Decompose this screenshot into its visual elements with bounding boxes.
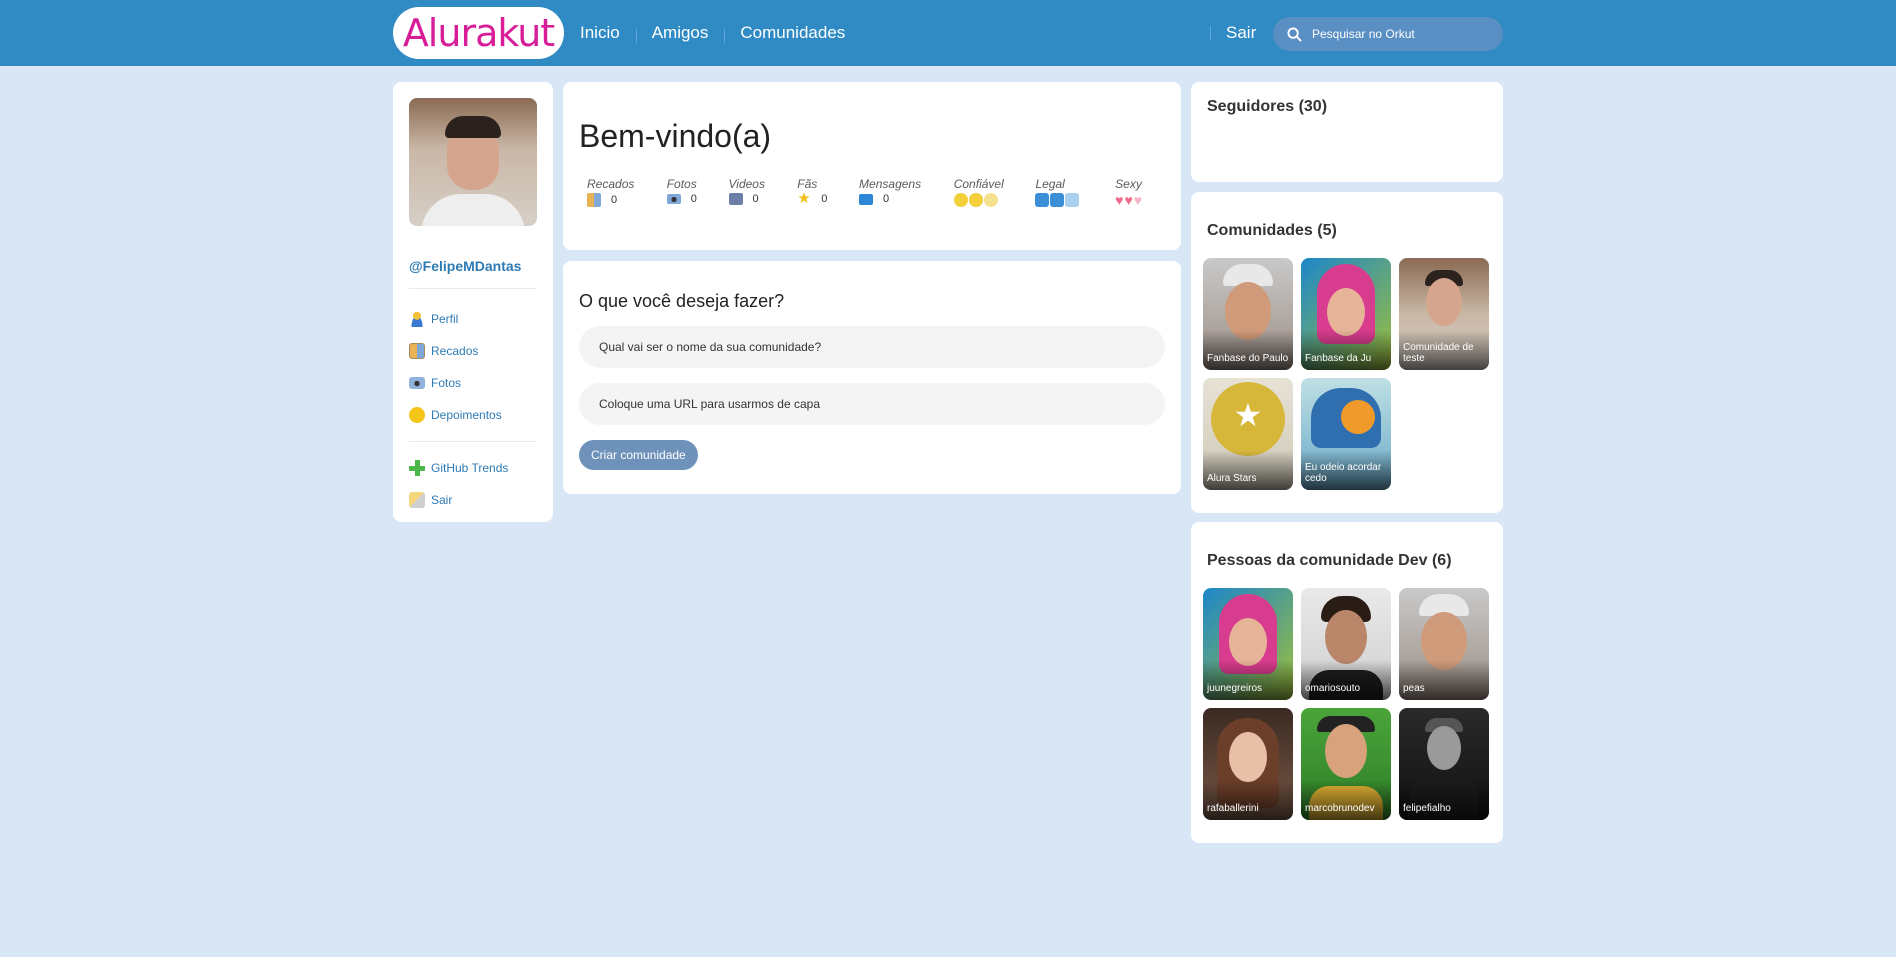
- community-card-label: Comunidade de teste: [1403, 342, 1474, 364]
- sidebar-item-label: Depoimentos: [431, 408, 502, 422]
- form-heading: O que você deseja fazer?: [579, 291, 785, 311]
- community-card-label: Fanbase do Paulo: [1207, 353, 1289, 364]
- person-card[interactable]: marcobrunodev: [1301, 708, 1391, 820]
- logo-text: Alurakut: [402, 11, 555, 55]
- divider: [409, 441, 537, 442]
- person-card-label: omariosouto: [1305, 683, 1361, 694]
- logout-link[interactable]: Sair: [1210, 0, 1256, 66]
- welcome-box: Bem-vindo(a) Recados 0 Fotos 0 Videos 0 …: [563, 82, 1181, 250]
- stat-label: Videos: [728, 177, 765, 191]
- search-bar: [1273, 17, 1503, 51]
- page-title: Bem-vindo(a): [579, 118, 772, 154]
- main-nav: Inicio Amigos Comunidades: [580, 0, 861, 66]
- nav-comunidades[interactable]: Comunidades: [724, 23, 861, 43]
- community-card[interactable]: Fanbase do Paulo: [1203, 258, 1293, 370]
- person-card-label: juunegreiros: [1207, 683, 1263, 694]
- person-card[interactable]: peas: [1399, 588, 1489, 700]
- stat-label: Legal: [1035, 177, 1065, 191]
- sidebar-item-label: Perfil: [431, 312, 459, 326]
- community-card[interactable]: Eu odeio acordar cedo: [1301, 378, 1391, 490]
- stat-legal[interactable]: Legal: [1035, 177, 1115, 207]
- mail-icon: [859, 193, 874, 205]
- stat-fas[interactable]: Fãs ★ 0: [797, 177, 859, 207]
- person-card[interactable]: omariosouto: [1301, 588, 1391, 700]
- stat-sexy[interactable]: Sexy ♥ ♥ ♥: [1115, 177, 1165, 207]
- plus-icon: [409, 460, 425, 476]
- stat-value: 0: [690, 193, 697, 205]
- search-input[interactable]: [1312, 27, 1492, 41]
- stat-confiavel[interactable]: Confiável: [953, 177, 1036, 207]
- logout-icon: [409, 492, 425, 508]
- stat-mensagens[interactable]: Mensagens 0: [859, 177, 954, 207]
- community-card[interactable]: Fanbase da Ju: [1301, 258, 1391, 370]
- stat-value: 0: [611, 194, 618, 206]
- create-community-form: O que você deseja fazer? Criar comunidad…: [563, 261, 1181, 494]
- stat-videos[interactable]: Videos 0: [728, 177, 798, 207]
- community-card-label: Alura Stars: [1207, 473, 1257, 484]
- video-camera-icon: [728, 193, 743, 205]
- sidebar-item-depoimentos[interactable]: Depoimentos: [409, 399, 537, 431]
- sidebar-item-recados[interactable]: Recados: [409, 335, 537, 367]
- people-box: Pessoas da comunidade Dev (6) juunegreir…: [1191, 522, 1503, 843]
- star-icon: ★: [797, 190, 811, 207]
- sidebar-item-github-trends[interactable]: GitHub Trends: [409, 452, 537, 484]
- person-card-label: felipefialho: [1403, 803, 1451, 814]
- stat-label: Fotos: [666, 177, 697, 191]
- book-icon: [587, 193, 601, 207]
- followers-title: Seguidores (30): [1207, 98, 1328, 115]
- community-cover-url-input[interactable]: [579, 383, 1165, 425]
- stat-label: Recados: [587, 177, 635, 191]
- person-card-label: marcobrunodev: [1305, 803, 1375, 814]
- stat-label: Confiável: [953, 177, 1004, 191]
- profile-username[interactable]: @FelipeMDantas: [409, 258, 537, 274]
- nav-amigos[interactable]: Amigos: [635, 23, 725, 43]
- person-card-label: rafaballerini: [1207, 803, 1259, 814]
- people-title: Pessoas da comunidade Dev (6): [1207, 552, 1452, 569]
- sidebar-item-label: Sair: [431, 493, 453, 507]
- create-community-button[interactable]: Criar comunidade: [579, 440, 698, 470]
- sidebar-item-perfil[interactable]: Perfil: [409, 303, 537, 335]
- nav-inicio[interactable]: Inicio: [580, 23, 636, 43]
- stat-value: 0: [883, 193, 890, 205]
- profile-sidebar: @FelipeMDantas Perfil Recados Fotos Depo…: [393, 82, 553, 522]
- ice-cube-icons: [1035, 193, 1115, 207]
- community-card-label: Eu odeio acordar cedo: [1305, 462, 1382, 484]
- sidebar-item-sair[interactable]: Sair: [409, 484, 537, 516]
- sun-icon: [409, 407, 425, 423]
- sidebar-item-label: GitHub Trends: [431, 461, 509, 475]
- stat-label: Mensagens: [859, 177, 922, 191]
- avatar[interactable]: [409, 98, 537, 226]
- person-card[interactable]: juunegreiros: [1203, 588, 1293, 700]
- sidebar-item-fotos[interactable]: Fotos: [409, 367, 537, 399]
- communities-title: Comunidades (5): [1207, 222, 1337, 239]
- stat-recados[interactable]: Recados 0: [587, 177, 667, 207]
- community-card[interactable]: ★ Alura Stars: [1203, 378, 1293, 490]
- sidebar-item-label: Fotos: [431, 376, 462, 390]
- person-card[interactable]: rafaballerini: [1203, 708, 1293, 820]
- divider: [409, 288, 537, 289]
- followers-box: Seguidores (30): [1191, 82, 1503, 182]
- sidebar-item-label: Recados: [431, 344, 479, 358]
- camera-icon: [409, 377, 425, 389]
- community-card[interactable]: Comunidade de teste: [1399, 258, 1489, 370]
- search-icon: [1287, 26, 1302, 42]
- community-name-input[interactable]: [579, 326, 1165, 368]
- community-card-label: Fanbase da Ju: [1305, 353, 1372, 364]
- smiley-icons: [953, 193, 1036, 207]
- stat-fotos[interactable]: Fotos 0: [666, 177, 729, 207]
- heart-icons: ♥ ♥ ♥: [1115, 192, 1143, 208]
- camera-icon: [666, 194, 681, 204]
- user-icon: [409, 311, 425, 327]
- logo[interactable]: Alurakut: [393, 7, 564, 59]
- profile-stats: Recados 0 Fotos 0 Videos 0 Fãs ★ 0 Mensag…: [579, 177, 1165, 207]
- stat-label: Fãs: [797, 177, 818, 191]
- top-bar: Alurakut Inicio Amigos Comunidades Sair: [0, 0, 1896, 66]
- stat-value: 0: [752, 193, 759, 205]
- stat-label: Sexy: [1115, 177, 1142, 191]
- book-icon: [409, 343, 425, 359]
- communities-box: Comunidades (5) Fanbase do Paulo Fanbase…: [1191, 192, 1503, 513]
- stat-value: 0: [821, 193, 828, 205]
- person-card[interactable]: felipefialho: [1399, 708, 1489, 820]
- person-card-label: peas: [1403, 683, 1425, 694]
